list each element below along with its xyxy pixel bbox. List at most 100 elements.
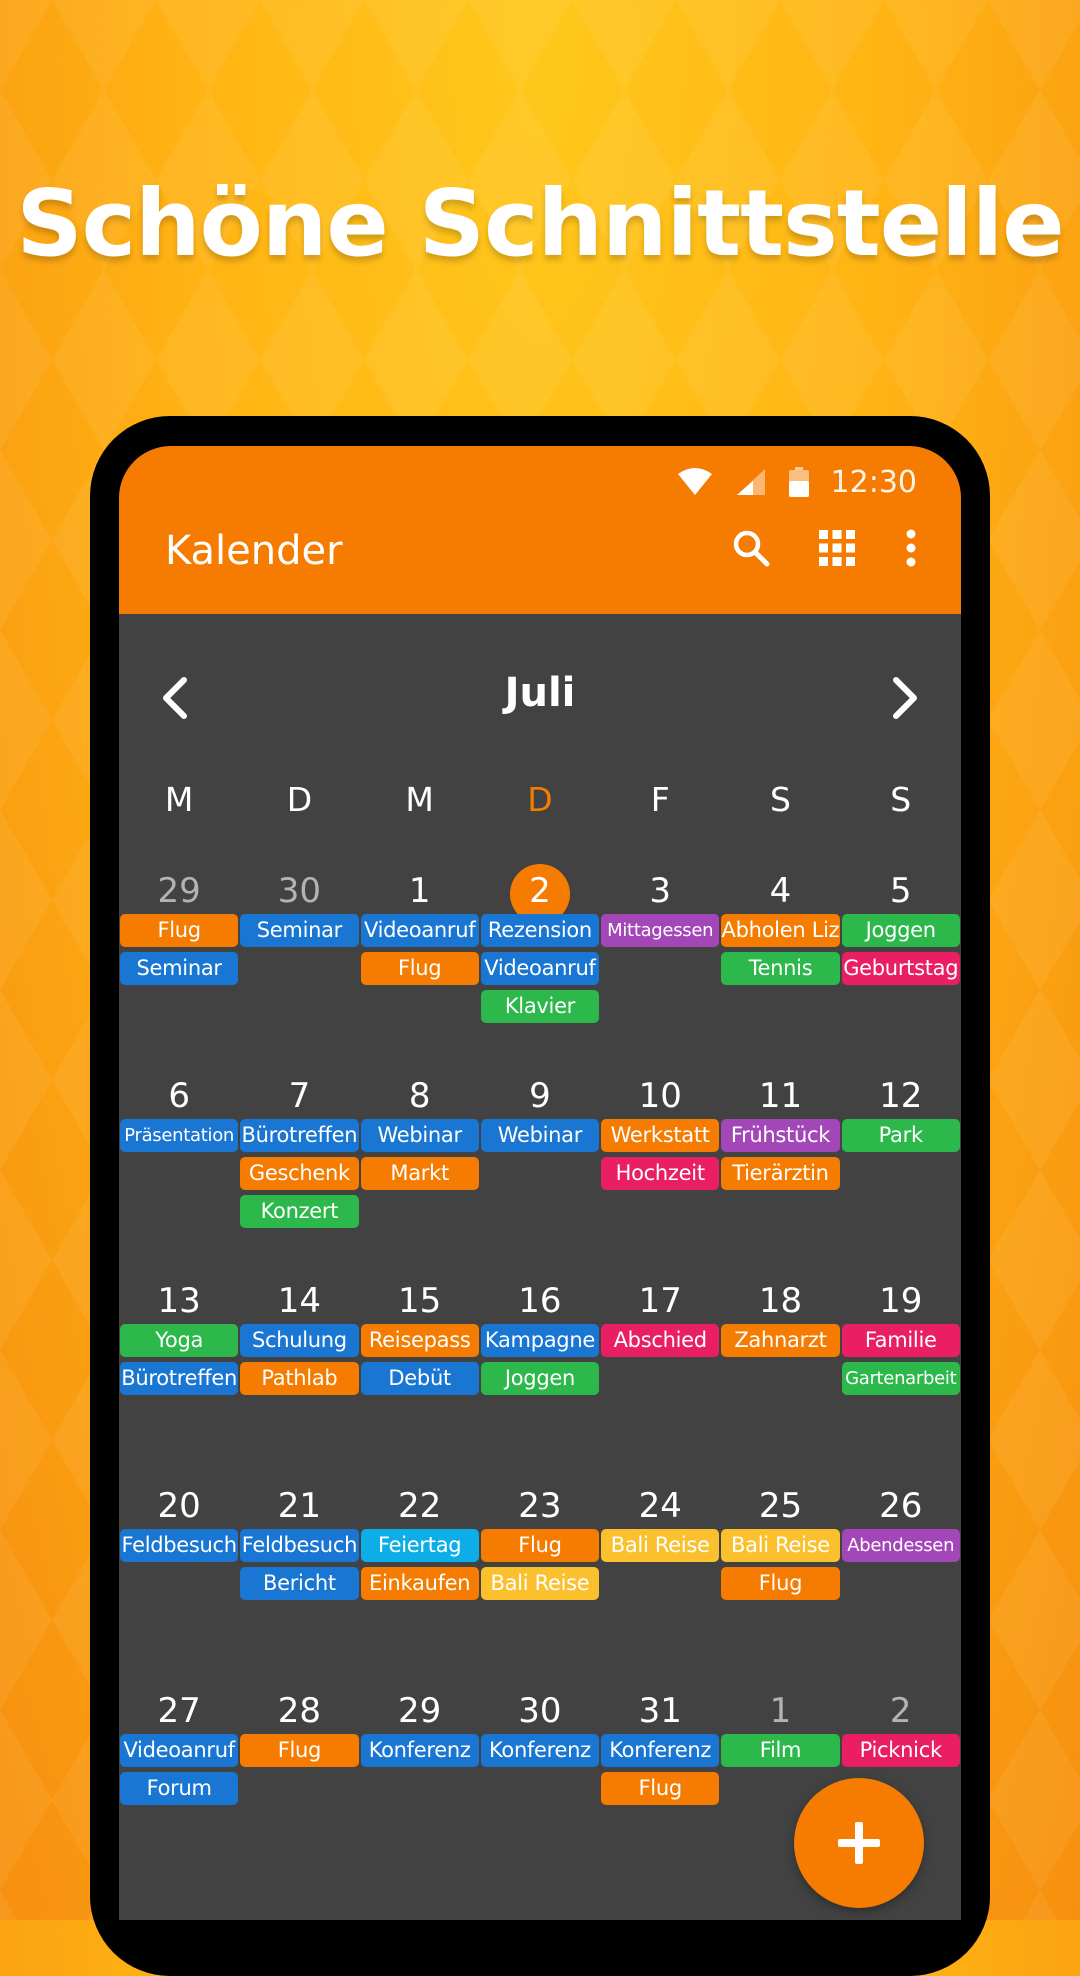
more-vertical-icon[interactable] [901, 526, 921, 570]
event-chip[interactable]: Klavier [480, 990, 600, 1023]
event-chip[interactable]: Konzert [240, 1195, 359, 1228]
event-chip[interactable]: Tennis [721, 952, 840, 985]
event-chip[interactable]: Konferenz [360, 1734, 479, 1767]
event-chip[interactable]: Geburtstag [841, 952, 960, 985]
day-cell[interactable]: 11 Frühstück Tierärztin [720, 1069, 840, 1274]
event-chip[interactable]: Bali Reise [480, 1567, 600, 1600]
event-chip[interactable]: Videoanruf [120, 1734, 239, 1767]
day-cell[interactable]: 27 Videoanruf Forum [119, 1684, 239, 1889]
app-bar: 12:30 Kalender [119, 446, 961, 614]
day-cell[interactable]: 9 Webinar [480, 1069, 600, 1274]
event-chip[interactable]: Videoanruf [360, 914, 479, 947]
event-chip[interactable]: Flug [120, 914, 239, 947]
day-cell[interactable]: 18 Zahnarzt [720, 1274, 840, 1479]
day-number: 2 [841, 1688, 961, 1734]
day-cell[interactable]: 30 Konferenz [480, 1684, 600, 1889]
event-chip[interactable]: Seminar [120, 952, 239, 985]
event-chip[interactable]: Pathlab [240, 1362, 359, 1395]
event-chip[interactable]: Joggen [841, 914, 960, 947]
event-chip[interactable]: Bericht [240, 1567, 359, 1600]
day-cell[interactable]: 19 Familie Gartenarbeit [841, 1274, 961, 1479]
event-chip[interactable]: Park [841, 1119, 960, 1152]
event-chip[interactable]: Bali Reise [721, 1529, 840, 1562]
day-cell[interactable]: 5 Joggen Geburtstag [841, 864, 961, 1069]
day-cell[interactable]: 23 Flug Bali Reise [480, 1479, 600, 1684]
event-chip[interactable]: Feiertag [360, 1529, 479, 1562]
event-chip[interactable]: Reisepass [360, 1324, 479, 1357]
event-chip[interactable]: Webinar [360, 1119, 479, 1152]
event-chip[interactable]: Präsentation [120, 1119, 239, 1152]
day-cell[interactable]: 16 Kampagne Joggen [480, 1274, 600, 1479]
day-number-text: 31 [638, 1691, 682, 1731]
day-cell[interactable]: 15 Reisepass Debüt [360, 1274, 480, 1479]
event-chip[interactable]: Debüt [360, 1362, 479, 1395]
search-icon[interactable] [729, 526, 773, 570]
event-chip[interactable]: Hochzeit [601, 1157, 720, 1190]
grid-view-icon[interactable] [815, 526, 859, 570]
day-cell[interactable]: 29 Konferenz [360, 1684, 480, 1889]
event-chip[interactable]: Gartenarbeit [841, 1362, 960, 1395]
day-cell[interactable]: 14 Schulung Pathlab [239, 1274, 359, 1479]
event-chip[interactable]: Videoanruf [480, 952, 600, 985]
event-chip[interactable]: Tierärztin [721, 1157, 840, 1190]
event-chip[interactable]: Seminar [240, 914, 359, 947]
event-chip[interactable]: Rezension [480, 914, 600, 947]
event-chip[interactable]: Konferenz [601, 1734, 720, 1767]
day-cell[interactable]: 30 Seminar [239, 864, 359, 1069]
day-cell[interactable]: 17 Abschied [600, 1274, 720, 1479]
day-cell[interactable]: 8 Webinar Markt [360, 1069, 480, 1274]
day-cell[interactable]: 10 Werkstatt Hochzeit [600, 1069, 720, 1274]
day-cell[interactable]: 13 Yoga Bürotreffen [119, 1274, 239, 1479]
day-cell[interactable]: 28 Flug [239, 1684, 359, 1889]
event-chip[interactable]: Flug [480, 1529, 600, 1562]
event-chip[interactable]: Familie [841, 1324, 960, 1357]
event-chip[interactable]: Konferenz [480, 1734, 600, 1767]
day-cell[interactable]: 21 Feldbesuch Bericht [239, 1479, 359, 1684]
day-cell[interactable]: 2 Rezension Videoanruf Klavier [480, 864, 600, 1069]
event-chip[interactable]: Flug [601, 1772, 720, 1805]
event-chip[interactable]: Einkaufen [360, 1567, 479, 1600]
day-cell[interactable]: 4 Abholen Liz Tennis [720, 864, 840, 1069]
day-cell[interactable]: 24 Bali Reise [600, 1479, 720, 1684]
event-chip[interactable]: Film [721, 1734, 840, 1767]
event-chip[interactable]: Kampagne [480, 1324, 600, 1357]
event-chip[interactable]: Forum [120, 1772, 239, 1805]
day-cell[interactable]: 25 Bali Reise Flug [720, 1479, 840, 1684]
event-chip[interactable]: Frühstück [721, 1119, 840, 1152]
day-cell[interactable]: 31 Konferenz Flug [600, 1684, 720, 1889]
event-chip[interactable]: Geschenk [240, 1157, 359, 1190]
event-chip[interactable]: Abendessen [841, 1529, 960, 1562]
day-cell[interactable]: 7 Bürotreffen Geschenk Konzert [239, 1069, 359, 1274]
day-cell[interactable]: 12 Park [841, 1069, 961, 1274]
add-event-button[interactable] [794, 1778, 924, 1908]
event-chip[interactable]: Flug [240, 1734, 359, 1767]
month-title[interactable]: Juli [119, 670, 961, 716]
event-chip[interactable]: Feldbesuch [120, 1529, 239, 1562]
event-chip[interactable]: Abholen Liz [721, 914, 840, 947]
event-chip[interactable]: Yoga [120, 1324, 239, 1357]
day-cell[interactable]: 26 Abendessen [841, 1479, 961, 1684]
day-cell[interactable]: 1 Videoanruf Flug [360, 864, 480, 1069]
chevron-right-icon[interactable] [879, 672, 931, 724]
event-chip[interactable]: Mittagessen [601, 914, 720, 947]
event-chip[interactable]: Bürotreffen [240, 1119, 359, 1152]
event-chip[interactable]: Picknick [841, 1734, 960, 1767]
day-cell[interactable]: 29 Flug Seminar [119, 864, 239, 1069]
event-chip[interactable]: Abschied [601, 1324, 720, 1357]
event-chip[interactable]: Flug [721, 1567, 840, 1600]
day-cell[interactable]: 3 Mittagessen [600, 864, 720, 1069]
day-cell[interactable]: 20 Feldbesuch [119, 1479, 239, 1684]
event-chip[interactable]: Bali Reise [601, 1529, 720, 1562]
event-chip[interactable]: Markt [360, 1157, 479, 1190]
event-chip[interactable]: Webinar [480, 1119, 600, 1152]
event-list: Frühstück Tierärztin [721, 1119, 840, 1195]
day-cell[interactable]: 22 Feiertag Einkaufen [360, 1479, 480, 1684]
day-cell[interactable]: 6 Präsentation [119, 1069, 239, 1274]
event-chip[interactable]: Zahnarzt [721, 1324, 840, 1357]
event-chip[interactable]: Feldbesuch [240, 1529, 359, 1562]
event-chip[interactable]: Schulung [240, 1324, 359, 1357]
event-chip[interactable]: Bürotreffen [120, 1362, 239, 1395]
event-chip[interactable]: Werkstatt [601, 1119, 720, 1152]
event-chip[interactable]: Flug [360, 952, 479, 985]
event-chip[interactable]: Joggen [480, 1362, 600, 1395]
